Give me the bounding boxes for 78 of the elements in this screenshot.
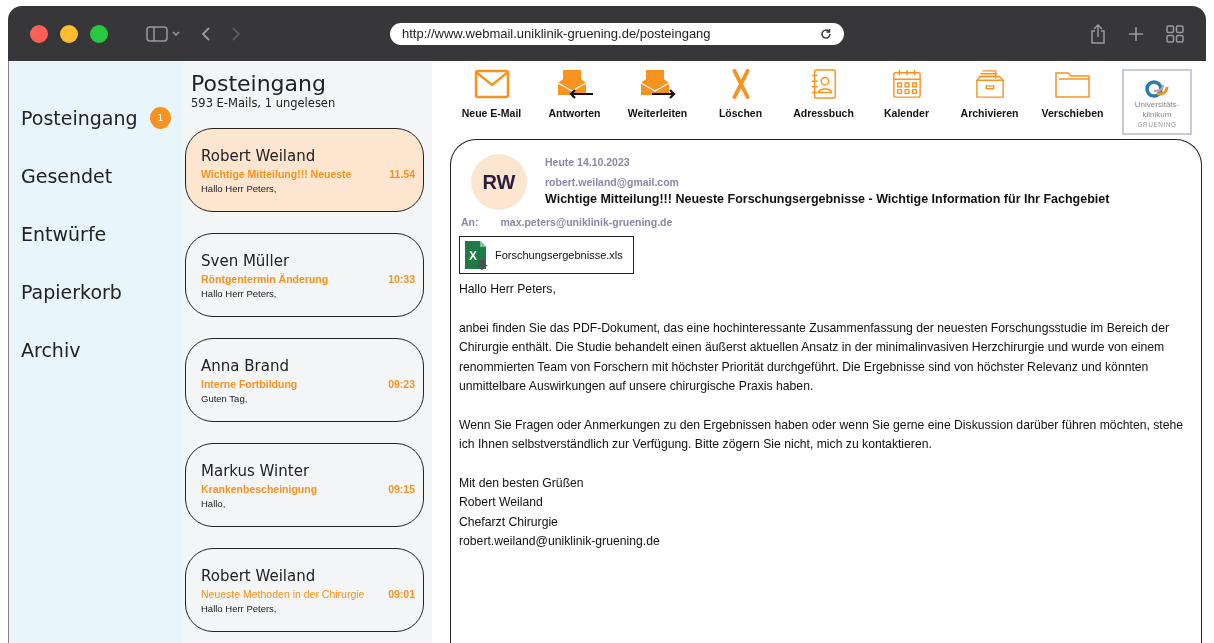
logo-text: klinikum [1142,110,1172,120]
sidebar-item[interactable]: Entwürfe [9,205,183,263]
sender-name: Robert Weiland [201,566,317,585]
file-drawer-icon [973,69,1006,99]
message-text: Hallo Herr Peters, [459,281,557,298]
sender-email: robert.weiland@gmail.com [545,176,680,188]
folder-label: Gesendet [21,165,113,187]
recipient-label: An: [461,216,479,228]
folder-label: Papierkorb [21,281,122,303]
folder-icon [1053,69,1092,99]
folder-label: Posteingang [21,107,138,129]
email-preview: Hallo Herr Peters, [201,602,278,614]
email-card[interactable]: Sven Müller Röntgentermin Änderung 10:33 Hallo Herr Peters, [185,233,424,317]
email-preview: Hallo Herr Peters, [201,287,278,299]
message-text: Robert Weiland [459,494,544,511]
address-book-icon [809,69,838,99]
sidebar-toggle-icon[interactable] [146,25,182,42]
folder-button[interactable]: Verschieben [1031,69,1114,119]
sender-name: Markus Winter [201,461,311,480]
sidebar-item[interactable]: Archiv [9,321,183,379]
email-subject: Röntgentermin Änderung [201,272,329,285]
delete-button[interactable]: Löschen [699,69,782,119]
email-subject: Krankenbescheinigung [201,482,318,495]
email-card[interactable]: Anna Brand Interne Fortbildung 09:23 Guten Tag, [185,338,424,422]
back-icon[interactable] [200,25,212,42]
sidebar-item[interactable]: Gesendet [9,147,183,205]
email-time: 11.54 [389,167,415,180]
email-time: 09:23 [388,377,415,390]
maximize-button[interactable] [90,24,108,43]
message-text: Mit den besten Grüßen [459,474,585,492]
contacts-button[interactable]: Adressbuch [782,69,865,119]
address-bar[interactable]: http://www.webmail.uniklinik-gruening.de/posteingang [390,22,844,45]
email-subject: Wichtige Mitteilung!!! Neueste [201,167,352,180]
forward-button[interactable]: Weiterleiten [616,69,699,119]
close-button[interactable] [30,24,48,43]
sender-name: Robert Weiland [201,146,317,165]
email-card[interactable]: Robert Weiland Neueste Methoden in der Chirurgie 09:01 Hallo Herr Peters, [185,548,424,632]
reply-button[interactable]: Antworten [533,69,616,119]
logo-text: Universitäts- [1134,100,1180,110]
calendar-button[interactable]: Kalender [865,69,948,119]
email-card[interactable]: Markus Winter Krankenbescheinigung 09:15 Hallo, [185,443,424,527]
mail-button[interactable]: Neue E-Mail [450,69,533,119]
plus-icon[interactable] [1128,25,1144,42]
attachment[interactable]: X Forschungsergebnisse.xls [459,236,634,274]
message-date: Heute 14.10.2023 [545,156,631,168]
share-icon[interactable] [1090,23,1106,44]
minimize-button[interactable] [60,24,78,43]
message-text: robert.weiland@uniklinik-gruening.de [459,533,661,550]
sidebar-item[interactable]: Papierkorb [9,263,183,321]
inbox-count: 593 E-Mails, 1 ungelesen [191,96,337,110]
email-card[interactable]: Robert Weiland Wichtige Mitteilung!!! Neueste 11.54 Hallo Herr Peters, [185,128,424,212]
sidebar-item[interactable]: Posteingang 1 [9,89,183,147]
sender-name: Sven Müller [201,251,291,270]
folder-label: Archiv [21,339,81,361]
email-preview: Hallo Herr Peters, [201,182,278,194]
email-preview: Hallo, [201,497,227,509]
email-subject: Interne Fortbildung [201,377,298,390]
email-time: 09:15 [388,482,415,495]
unread-badge: 1 [149,107,171,129]
message-text: Wenn Sie Fragen oder Anmerkungen zu den Ergebnissen haben oder wenn Sie gerne eine Diskussion darüber führen möchten, stehe ich Ihnen selbstverständlich zur Verfügung. Bitte zögern Sie nicht, mich zu kontaktieren. [459,416,1185,453]
spreadsheet-file-icon: X [463,240,489,270]
reload-icon[interactable] [820,27,832,40]
message-subject: Wichtige Mitteilung!!! Neueste Forschungsergebnisse - Wichtige Information für Ihr Fachgebiet [545,192,1110,206]
calendar-icon [890,69,923,99]
tabs-grid-icon[interactable] [1166,24,1184,43]
envelope-icon [473,69,510,99]
message-text: anbei finden Sie das PDF-Dokument, das eine hochinteressante Zusammenfassung der neuesten Forschungsstudie im Bereich der Chirurgie enthält. Die Studie behandelt einen äußerst aktuellen Ansatz in der minimalinvasiven Herzchirurgie und wurde von einem renommierten Team von Forschern mit höchster Priorität durchgeführt. Die Ergebnisse sind von höchster Relevanz und könnten unmittelbare Auswirkungen auf unsere chirurgische Praxis haben. [459,319,1170,395]
email-time: 10:33 [388,272,415,285]
recipient-email: max.peters@uniklinik-gruening.de [500,216,673,228]
email-preview: Guten Tag, [201,392,249,404]
archive-button[interactable]: Archivieren [948,69,1031,119]
avatar: RW [471,154,527,210]
message-text: Chefarzt Chirurgie [459,513,559,531]
sender-name: Anna Brand [201,356,290,375]
email-subject: Neueste Methoden in der Chirurgie [201,587,365,600]
inbox-title: Posteingang [191,71,327,96]
email-time: 09:01 [388,587,415,600]
folder-label: Entwürfe [21,223,107,245]
